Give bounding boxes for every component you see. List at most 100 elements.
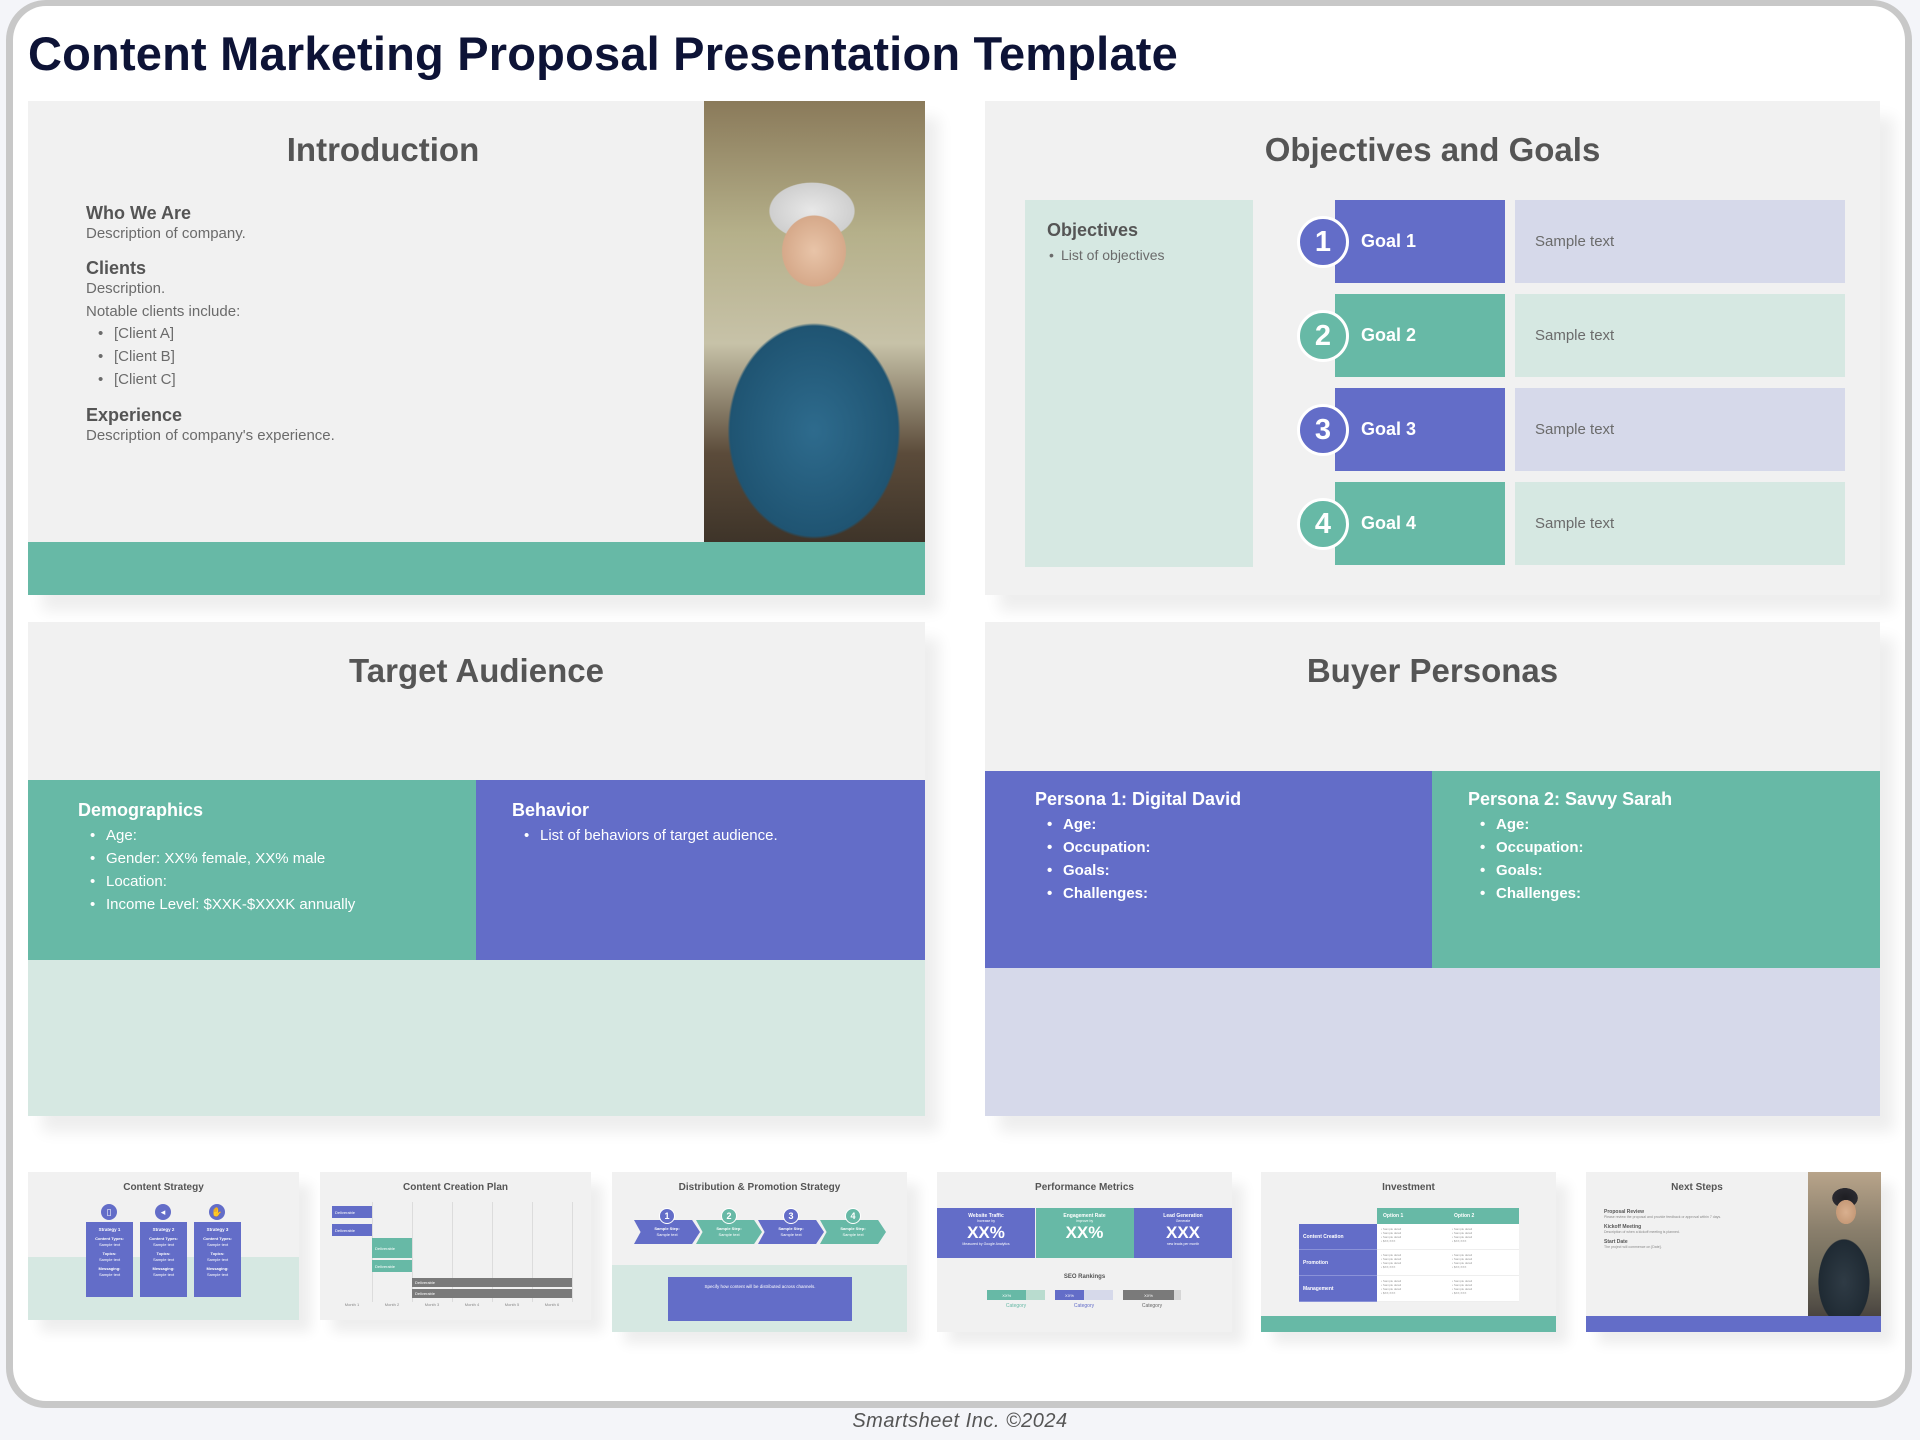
month-label: Month 5 — [504, 1302, 520, 1307]
strategy-line: Sample text — [152, 1272, 175, 1277]
lower-band — [985, 968, 1880, 1116]
seo-bar-fill: XX% — [1055, 1290, 1084, 1300]
thumbnail-title: Investment — [1382, 1182, 1435, 1193]
gridline — [532, 1202, 533, 1302]
table-cell: • Sample detail • Sample detail • Sample d… — [1377, 1276, 1448, 1302]
demographic-item: Location: — [78, 870, 426, 893]
thumbnail-distribution-strategy[interactable]: Distribution & Promotion Strategy 1 Sampl… — [612, 1172, 907, 1332]
woman-with-laptop-photo — [704, 101, 925, 542]
lower-band — [28, 960, 925, 1116]
strategy-card: Strategy 3 Content Types: Sample text Topic… — [194, 1222, 241, 1297]
seo-category: Category — [1005, 1303, 1027, 1309]
goal-row[interactable]: 2 Goal 2 Sample text — [1297, 294, 1845, 377]
month-label: Month 1 — [344, 1302, 360, 1307]
goal-row[interactable]: 1 Goal 1 Sample text — [1297, 200, 1845, 283]
goal-text: Sample text — [1515, 200, 1845, 283]
cell-line: • $XX,XXX — [1381, 1291, 1396, 1295]
step-number-badge: 1 — [659, 1208, 675, 1224]
thumbnail-next-steps[interactable]: Next Steps Proposal Review Please review … — [1586, 1172, 1881, 1332]
next-step-text: Description of when a kickoff meeting is… — [1604, 1230, 1680, 1234]
deliverable-bar: Deliverable — [412, 1289, 572, 1298]
strategy-heading: Strategy 2 — [152, 1227, 175, 1232]
gridline — [412, 1202, 413, 1302]
thumbnail-content-strategy[interactable]: Content Strategy ▯ Strategy 1 Content Type… — [28, 1172, 299, 1320]
objectives-heading: Objectives — [1047, 220, 1139, 240]
seo-bar-fill: XX% — [987, 1290, 1027, 1300]
table-cell: • Sample detail • Sample detail • Sample d… — [1377, 1224, 1448, 1250]
strategy-line: Sample text — [98, 1257, 121, 1262]
step-number-badge: 3 — [783, 1208, 799, 1224]
column-header: Option 2 — [1448, 1208, 1519, 1224]
metric-note: Measured by Google Analytics — [962, 1242, 1010, 1246]
intro-body: Who We Are Description of company. Clien… — [86, 203, 335, 446]
strategy-line: Sample text — [98, 1272, 121, 1277]
next-steps-body: Proposal Review Please review the proposa… — [1604, 1204, 1804, 1249]
demographic-item: Income Level: $XXK-$XXXK annually — [78, 893, 426, 916]
seo-bar: XX% — [987, 1290, 1045, 1300]
strategy-card: Strategy 2 Content Types: Sample text Topic… — [140, 1222, 187, 1297]
deliverable-bar: Deliverable — [332, 1224, 372, 1236]
persona-item: Goals: — [1035, 859, 1382, 882]
thumbnail-title: Next Steps — [1671, 1182, 1723, 1193]
cell-line: • $XX,XXX — [1381, 1265, 1396, 1269]
slide-title: Buyer Personas — [1306, 652, 1559, 689]
column-header: Option 1 — [1377, 1208, 1448, 1224]
slide-objectives-and-goals[interactable]: Objectives and Goals Objectives List of … — [985, 101, 1880, 595]
experience-text: Description of company's experience. — [86, 427, 335, 444]
client-item: [Client C] — [86, 368, 335, 391]
step-sample: Sample text — [656, 1232, 678, 1237]
thumbnail-performance-metrics[interactable]: Performance Metrics Website Traffic Incre… — [937, 1172, 1232, 1332]
step-text: Sample Step: Sample text — [840, 1226, 865, 1238]
objective-item: List of objectives — [1047, 247, 1231, 263]
thumbnail-title: Content Creation Plan — [402, 1182, 508, 1193]
persona-item: Age: — [1035, 813, 1382, 836]
table-cell: • Sample detail • Sample detail • Sample d… — [1377, 1250, 1448, 1276]
thumbnail-investment[interactable]: Investment Option 1 Option 2 Content Creat… — [1261, 1172, 1556, 1332]
strategy-line: Sample text — [152, 1257, 175, 1262]
gridline — [452, 1202, 453, 1302]
persona-item: Age: — [1468, 813, 1844, 836]
goal-row[interactable]: 4 Goal 4 Sample text — [1297, 482, 1845, 565]
page-title: Content Marketing Proposal Presentation … — [28, 27, 1178, 80]
goal-row[interactable]: 3 Goal 3 Sample text — [1297, 388, 1845, 471]
seo-category: Category — [1073, 1303, 1095, 1309]
accent-band — [1586, 1316, 1881, 1332]
persona-heading: Persona 1: Digital David — [1035, 789, 1242, 809]
strategy-card: Strategy 1 Content Types: Sample text Topic… — [86, 1222, 133, 1297]
goal-text: Sample text — [1515, 294, 1845, 377]
behavior-item: List of behaviors of target audience. — [512, 824, 889, 847]
thumbnail-title: Content Strategy — [123, 1182, 204, 1193]
step-number-badge: 2 — [721, 1208, 737, 1224]
metric-card: Engagement Rate Improve by XX% — [1035, 1208, 1134, 1258]
slide-buyer-personas[interactable]: Buyer Personas Persona 1: Digital David … — [985, 622, 1880, 1116]
cell-line: • $XX,XXX — [1452, 1265, 1467, 1269]
row-header: Management — [1299, 1276, 1377, 1302]
goal-label: Goal 3 — [1335, 388, 1505, 471]
goal-text: Sample text — [1515, 388, 1845, 471]
goal-number-badge: 3 — [1297, 404, 1349, 456]
strategy-line: Sample text — [206, 1272, 229, 1277]
slide-introduction[interactable]: Introduction Who We Are Description of c… — [28, 101, 925, 595]
deliverable-bar: Deliverable — [372, 1260, 412, 1272]
client-item: [Client A] — [86, 322, 335, 345]
persona-item: Goals: — [1468, 859, 1844, 882]
thumbnail-content-creation-plan[interactable]: Content Creation Plan Deliverable Deliver… — [320, 1172, 591, 1320]
demographics-panel: Demographics Age: Gender: XX% female, XX… — [28, 780, 476, 960]
strategy-line: Sample text — [152, 1242, 175, 1247]
notable-clients-text: Notable clients include: — [86, 303, 241, 320]
persona-panel-2: Persona 2: Savvy Sarah Age: Occupation: … — [1432, 771, 1880, 968]
step-number-badge: 4 — [845, 1208, 861, 1224]
slide-target-audience[interactable]: Target Audience Demographics Age: Gender… — [28, 622, 925, 1116]
clients-text: Description. — [86, 280, 166, 297]
table-cell: • Sample detail • Sample detail • Sample d… — [1448, 1250, 1519, 1276]
deliverable-bar: Deliverable — [412, 1278, 572, 1287]
month-label: Month 6 — [544, 1302, 560, 1307]
table-cell: • Sample detail • Sample detail • Sample d… — [1448, 1224, 1519, 1250]
gridline — [492, 1202, 493, 1302]
strategy-heading: Strategy 3 — [206, 1227, 229, 1232]
gridline — [572, 1202, 573, 1302]
metric-card: Lead Generation Generate XXX new leads per … — [1134, 1208, 1232, 1258]
table-cell: • Sample detail • Sample detail • Sample d… — [1448, 1276, 1519, 1302]
row-header: Promotion — [1299, 1250, 1377, 1276]
slide-title: Target Audience — [349, 652, 604, 689]
